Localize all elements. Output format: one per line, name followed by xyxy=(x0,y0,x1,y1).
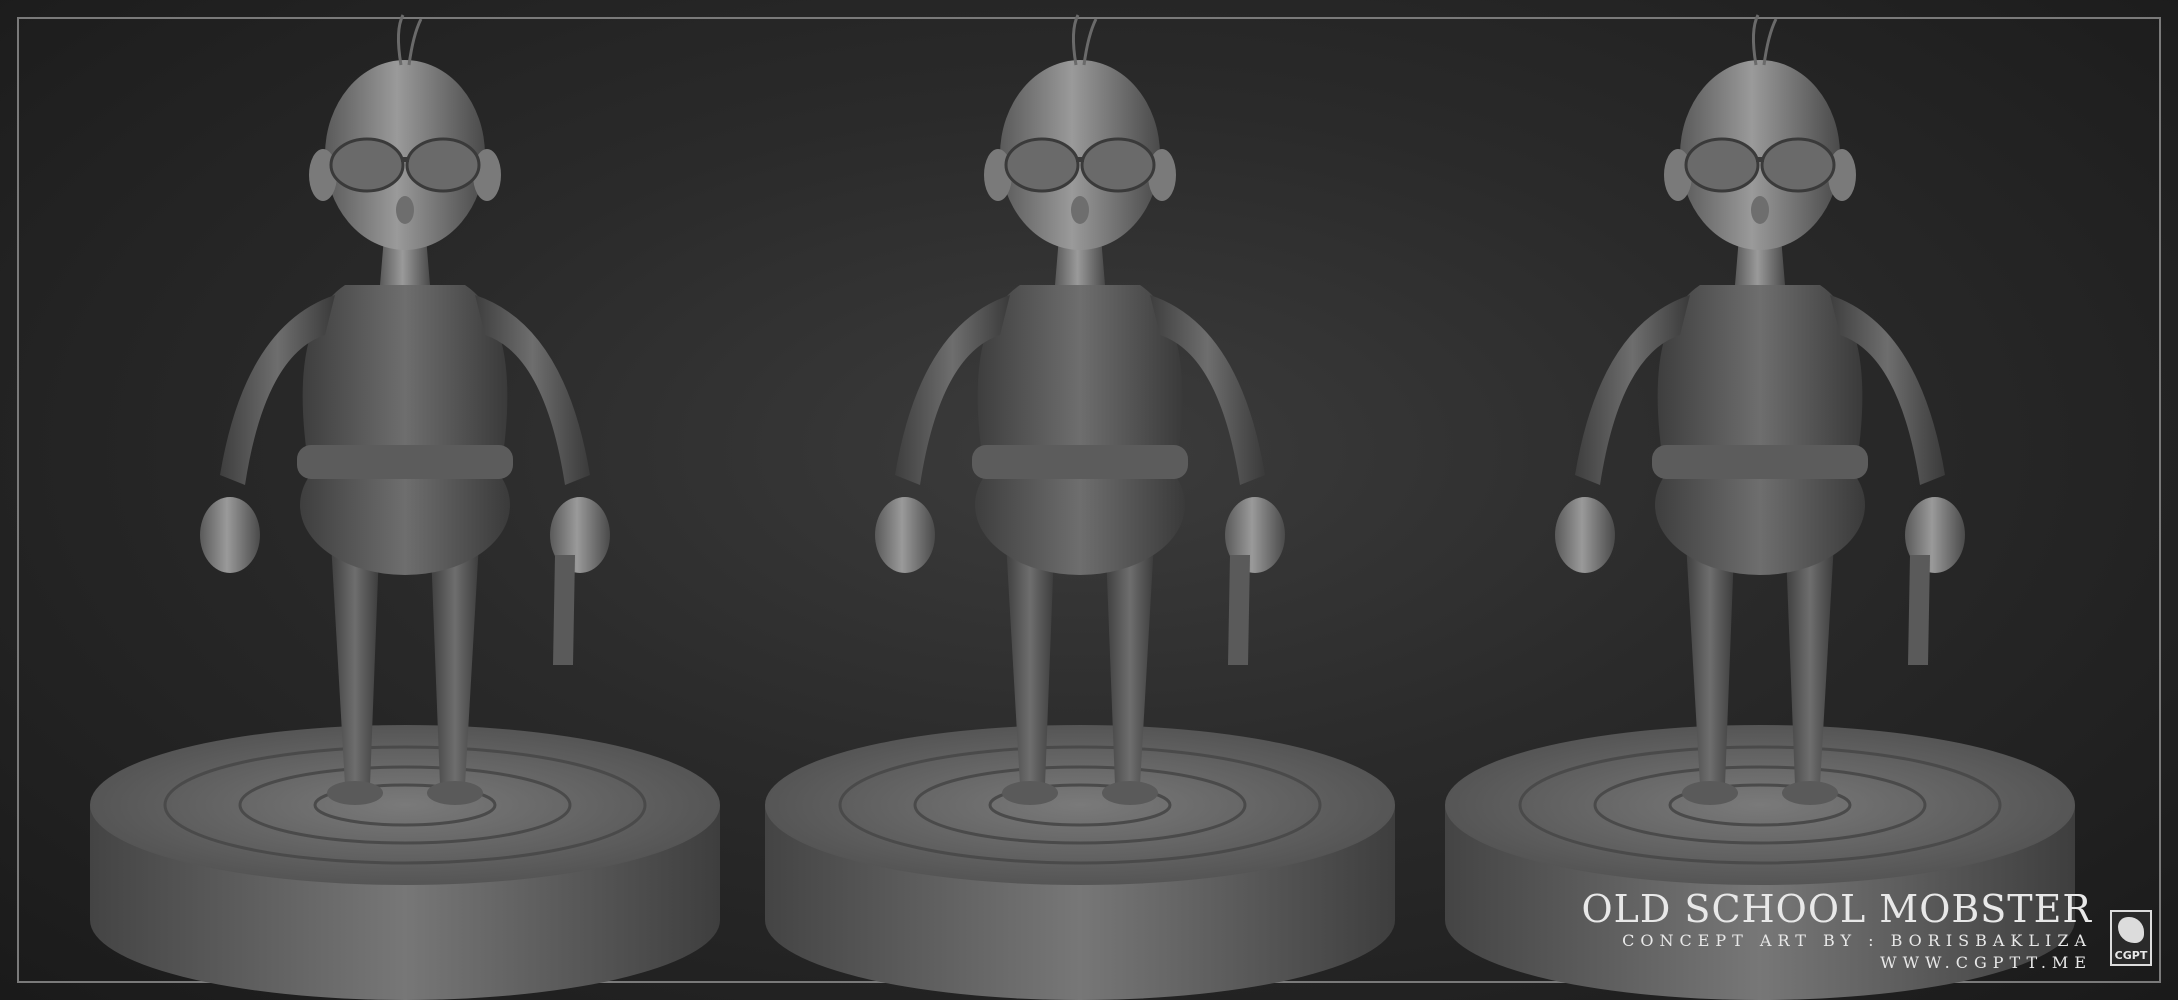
logo-mark-icon xyxy=(2118,917,2144,943)
cgpt-logo: CGPT xyxy=(2110,910,2152,966)
render-background: OLD SCHOOL MOBSTER CONCEPT ART BY : BORI… xyxy=(0,0,2178,1000)
title: OLD SCHOOL MOBSTER xyxy=(1581,887,2092,931)
figure-three-quarter-left xyxy=(88,13,722,1000)
credit-line: CONCEPT ART BY : BORISBAKLIZA xyxy=(1622,931,2092,950)
title-block: OLD SCHOOL MOBSTER CONCEPT ART BY : BORI… xyxy=(1581,888,2092,974)
logo-label: CGPT xyxy=(2114,949,2148,962)
website: WWW.CGPTT.ME xyxy=(1880,953,2092,972)
sculpt-turnaround xyxy=(88,13,2077,1000)
figure-front xyxy=(763,13,1397,1000)
figure-three-quarter-right xyxy=(1443,13,2077,1000)
